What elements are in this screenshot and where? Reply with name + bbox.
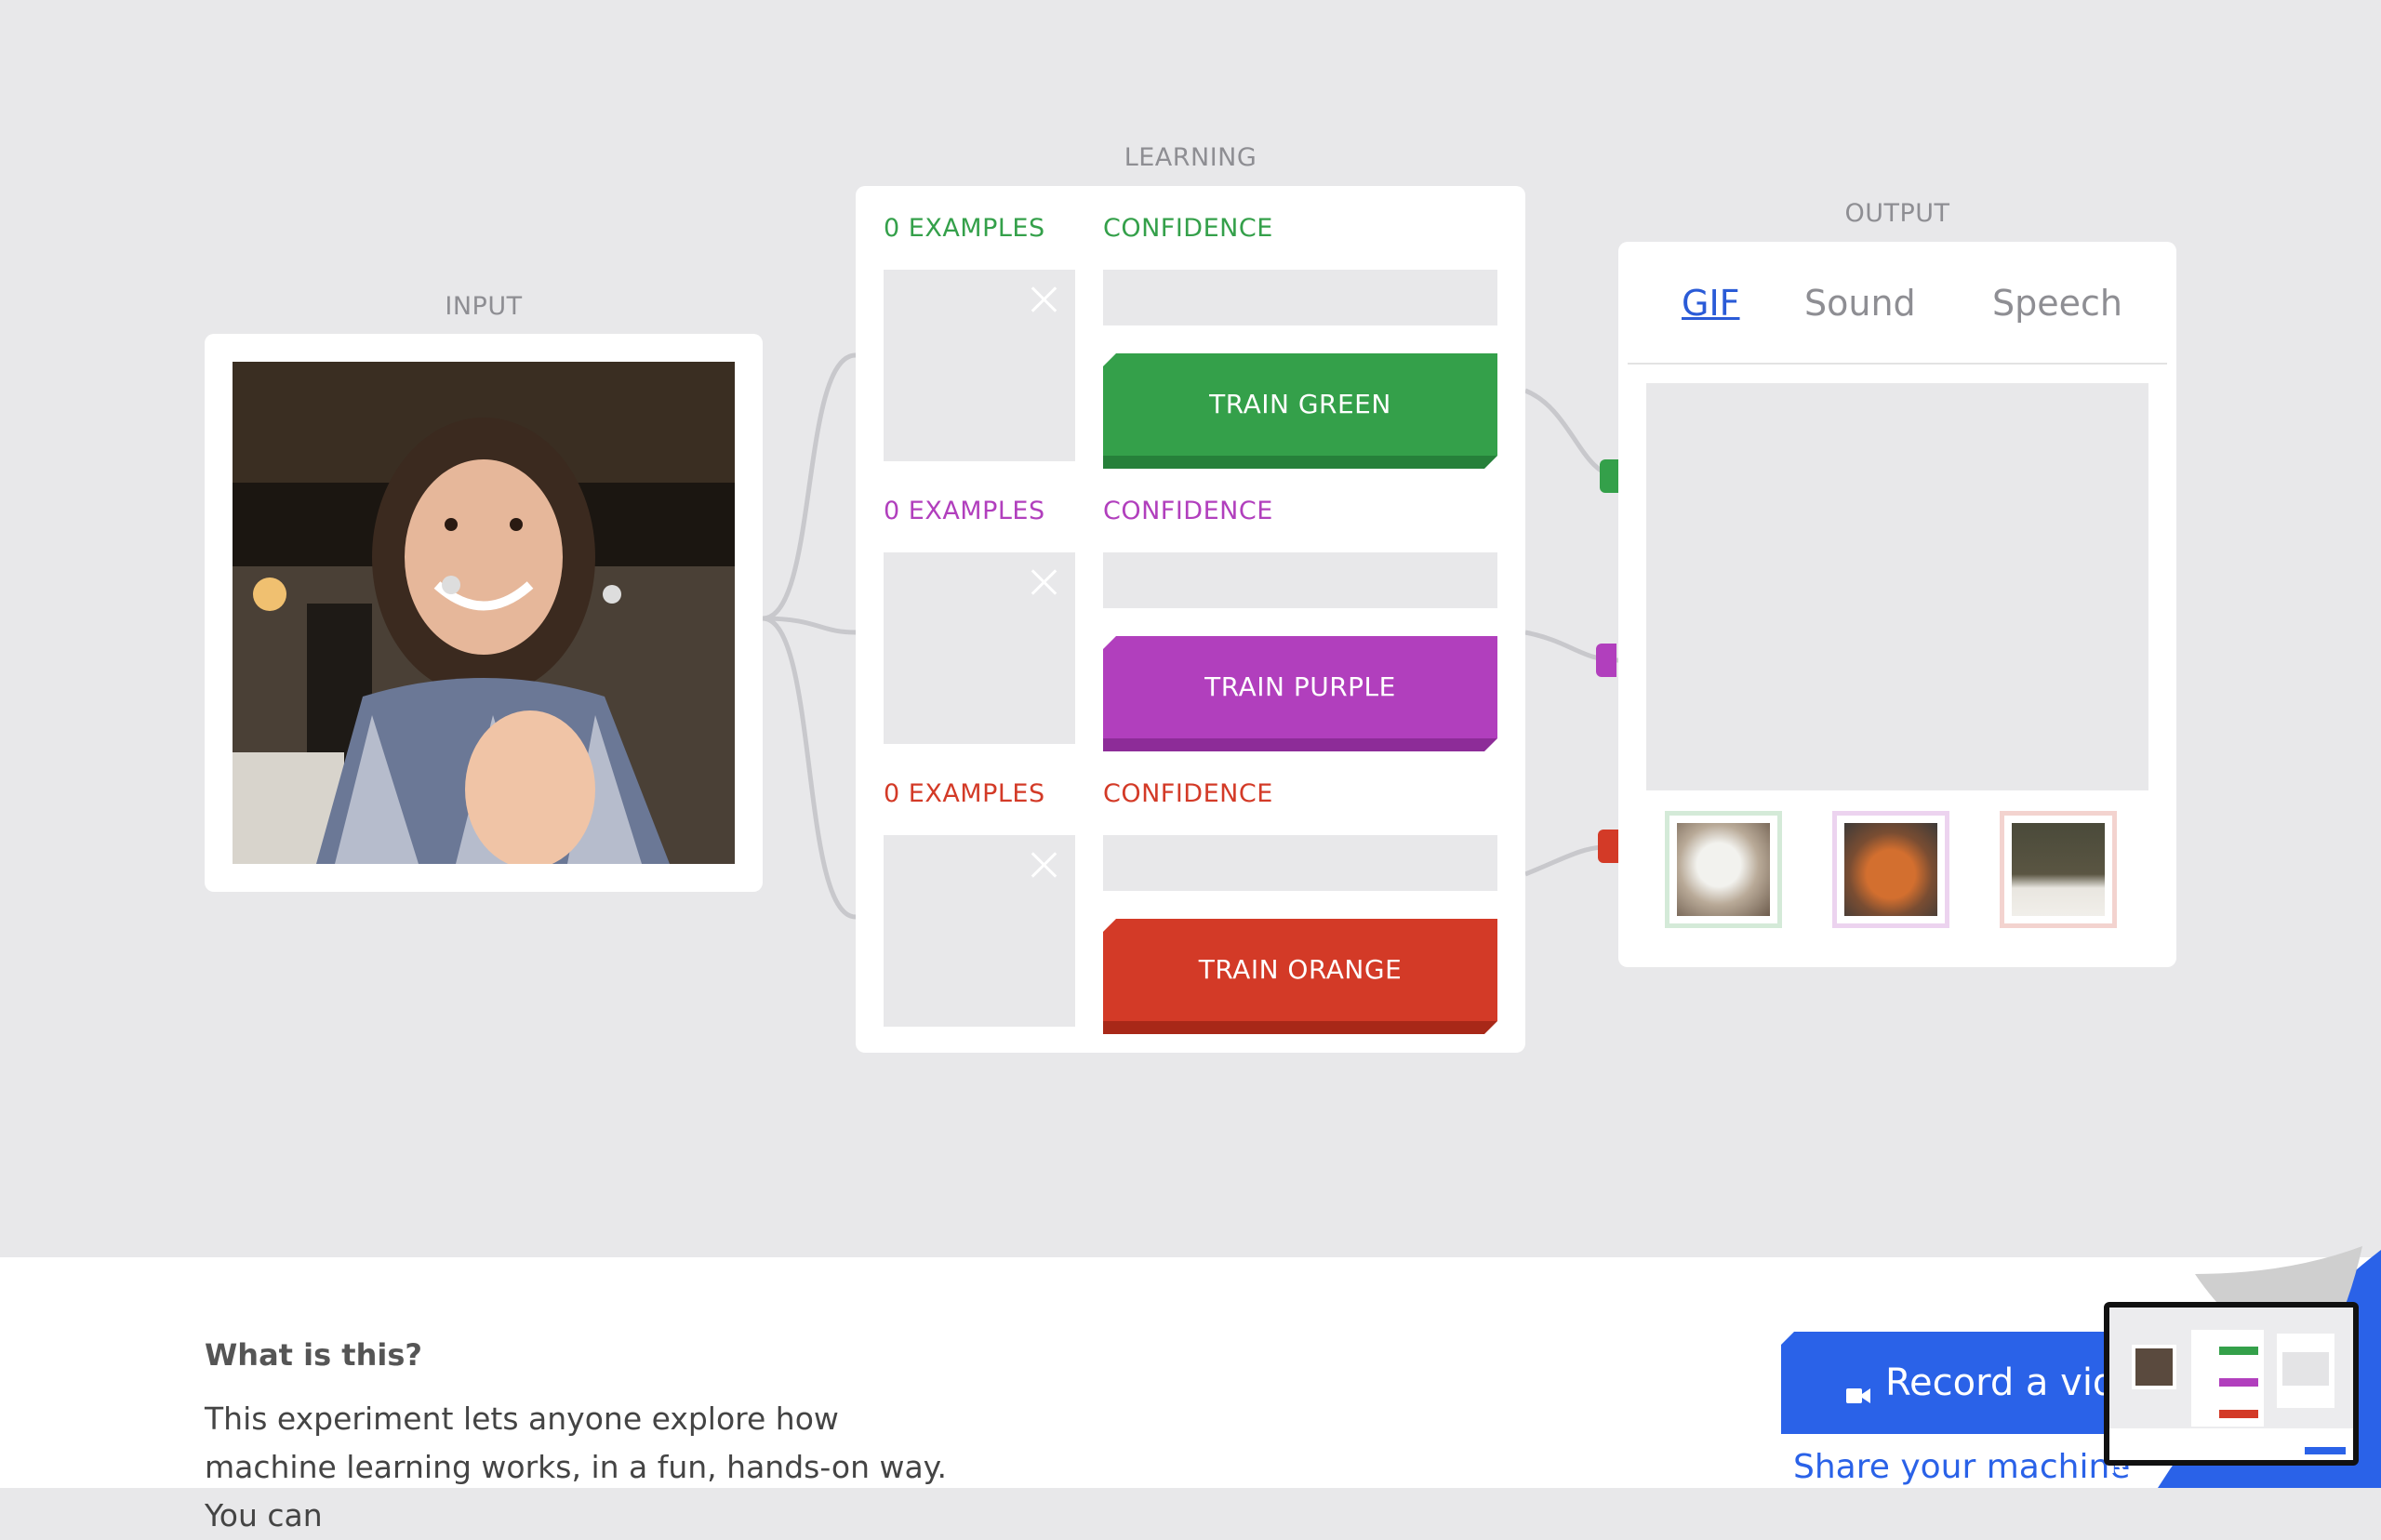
examples-box (884, 552, 1075, 744)
output-tabs: GIF Sound Speech (1628, 242, 2167, 365)
class-row-orange: 0 EXAMPLES CONFIDENCE TRAIN ORANGE (884, 761, 1497, 1030)
video-preview-thumbnail[interactable] (2104, 1302, 2359, 1466)
tab-sound[interactable]: Sound (1804, 283, 1916, 324)
confidence-bar (1103, 270, 1497, 325)
examples-box (884, 835, 1075, 1027)
class-row-green: 0 EXAMPLES CONFIDENCE TRAIN GREEN (884, 195, 1497, 465)
input-label: INPUT (445, 292, 523, 321)
learning-label: LEARNING (1124, 143, 1257, 172)
examples-box (884, 270, 1075, 461)
clear-examples-icon[interactable] (1027, 283, 1060, 316)
about-title: What is this? (205, 1337, 422, 1373)
gif-thumbnail-purple[interactable] (1832, 811, 1949, 928)
confidence-label: CONFIDENCE (1103, 497, 1273, 525)
video-camera-icon (1846, 1373, 1870, 1403)
output-connector-purple (1596, 644, 1616, 677)
examples-count: 0 EXAMPLES (884, 779, 1045, 808)
train-green-label: TRAIN GREEN (1209, 388, 1391, 419)
train-purple-label: TRAIN PURPLE (1204, 670, 1396, 702)
train-orange-label: TRAIN ORANGE (1198, 953, 1403, 985)
tab-speech[interactable]: Speech (1992, 283, 2122, 324)
about-text: This experiment lets anyone explore how … (205, 1401, 947, 1533)
confidence-label: CONFIDENCE (1103, 214, 1273, 243)
tab-gif[interactable]: GIF (1682, 283, 1740, 324)
learning-card: 0 EXAMPLES CONFIDENCE TRAIN GREEN 0 EXAM… (856, 186, 1525, 1053)
class-row-purple: 0 EXAMPLES CONFIDENCE TRAIN PURPLE (884, 478, 1497, 748)
about-section: What is this? This experiment lets anyon… (0, 1257, 2381, 1533)
train-orange-button[interactable]: TRAIN ORANGE (1103, 919, 1497, 1034)
examples-count: 0 EXAMPLES (884, 214, 1045, 243)
clear-examples-icon[interactable] (1027, 848, 1060, 882)
bunny-gif-image (2012, 823, 2105, 916)
output-card: GIF Sound Speech (1618, 242, 2176, 967)
confidence-label: CONFIDENCE (1103, 779, 1273, 808)
gif-preview (1646, 383, 2148, 790)
train-purple-button[interactable]: TRAIN PURPLE (1103, 636, 1497, 751)
clear-examples-icon[interactable] (1027, 565, 1060, 599)
output-connector-green (1600, 459, 1620, 493)
confidence-bar (1103, 552, 1497, 608)
output-connector-orange (1598, 830, 1618, 863)
cat-gif-image (1677, 823, 1770, 916)
input-card (205, 334, 763, 892)
gif-thumbnail-green[interactable] (1665, 811, 1782, 928)
examples-count: 0 EXAMPLES (884, 497, 1045, 525)
preview-screen (2109, 1308, 2353, 1460)
output-label: OUTPUT (1844, 199, 1950, 228)
dog-gif-image (1844, 823, 1937, 916)
train-green-button[interactable]: TRAIN GREEN (1103, 353, 1497, 469)
confidence-bar (1103, 835, 1497, 891)
webcam-feed (233, 362, 735, 864)
gif-thumbnail-orange[interactable] (2000, 811, 2117, 928)
